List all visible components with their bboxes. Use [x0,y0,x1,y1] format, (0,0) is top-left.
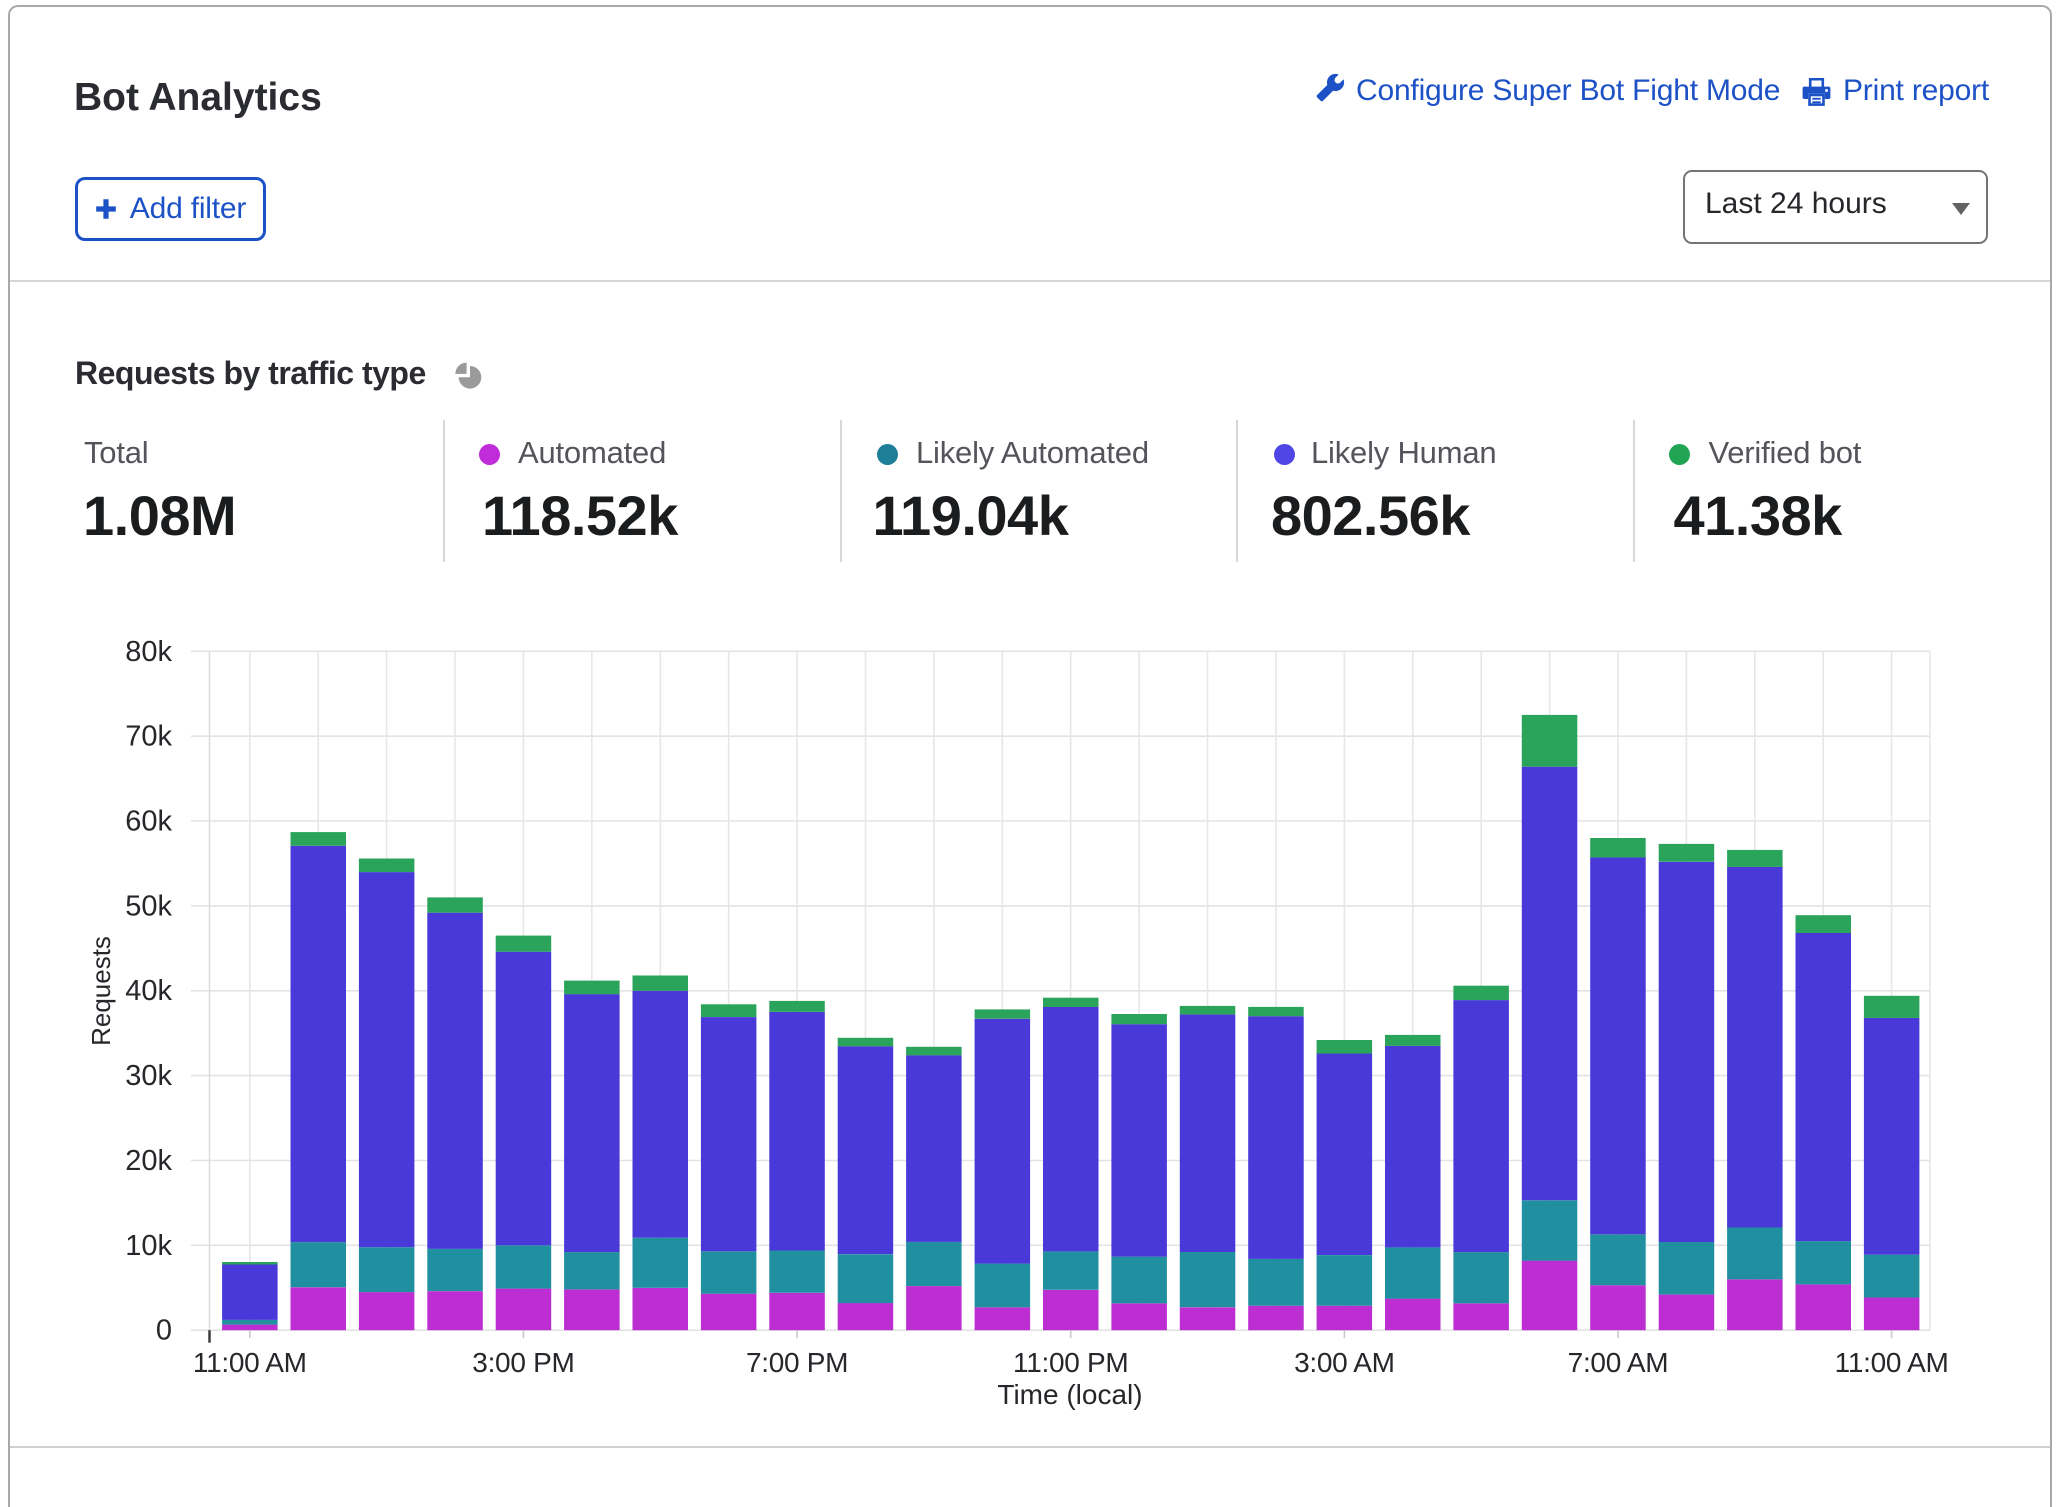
svg-text:3:00 AM: 3:00 AM [1294,1347,1395,1378]
svg-text:0: 0 [156,1315,172,1347]
svg-text:70k: 70k [125,721,172,753]
svg-text:60k: 60k [125,806,172,838]
svg-text:50k: 50k [125,890,172,922]
svg-text:Time (local): Time (local) [997,1379,1142,1410]
svg-text:11:00 AM: 11:00 AM [193,1347,307,1378]
svg-text:11:00 PM: 11:00 PM [1013,1347,1128,1378]
svg-text:7:00 PM: 7:00 PM [746,1347,848,1378]
svg-text:10k: 10k [125,1230,172,1262]
svg-text:30k: 30k [125,1060,172,1092]
svg-text:Requests: Requests [86,936,116,1046]
svg-text:40k: 40k [125,975,172,1007]
svg-text:20k: 20k [125,1145,172,1177]
svg-text:80k: 80k [125,636,172,668]
svg-text:7:00 AM: 7:00 AM [1568,1347,1669,1378]
svg-text:11:00 AM: 11:00 AM [1835,1347,1949,1378]
svg-text:3:00 PM: 3:00 PM [472,1347,574,1378]
